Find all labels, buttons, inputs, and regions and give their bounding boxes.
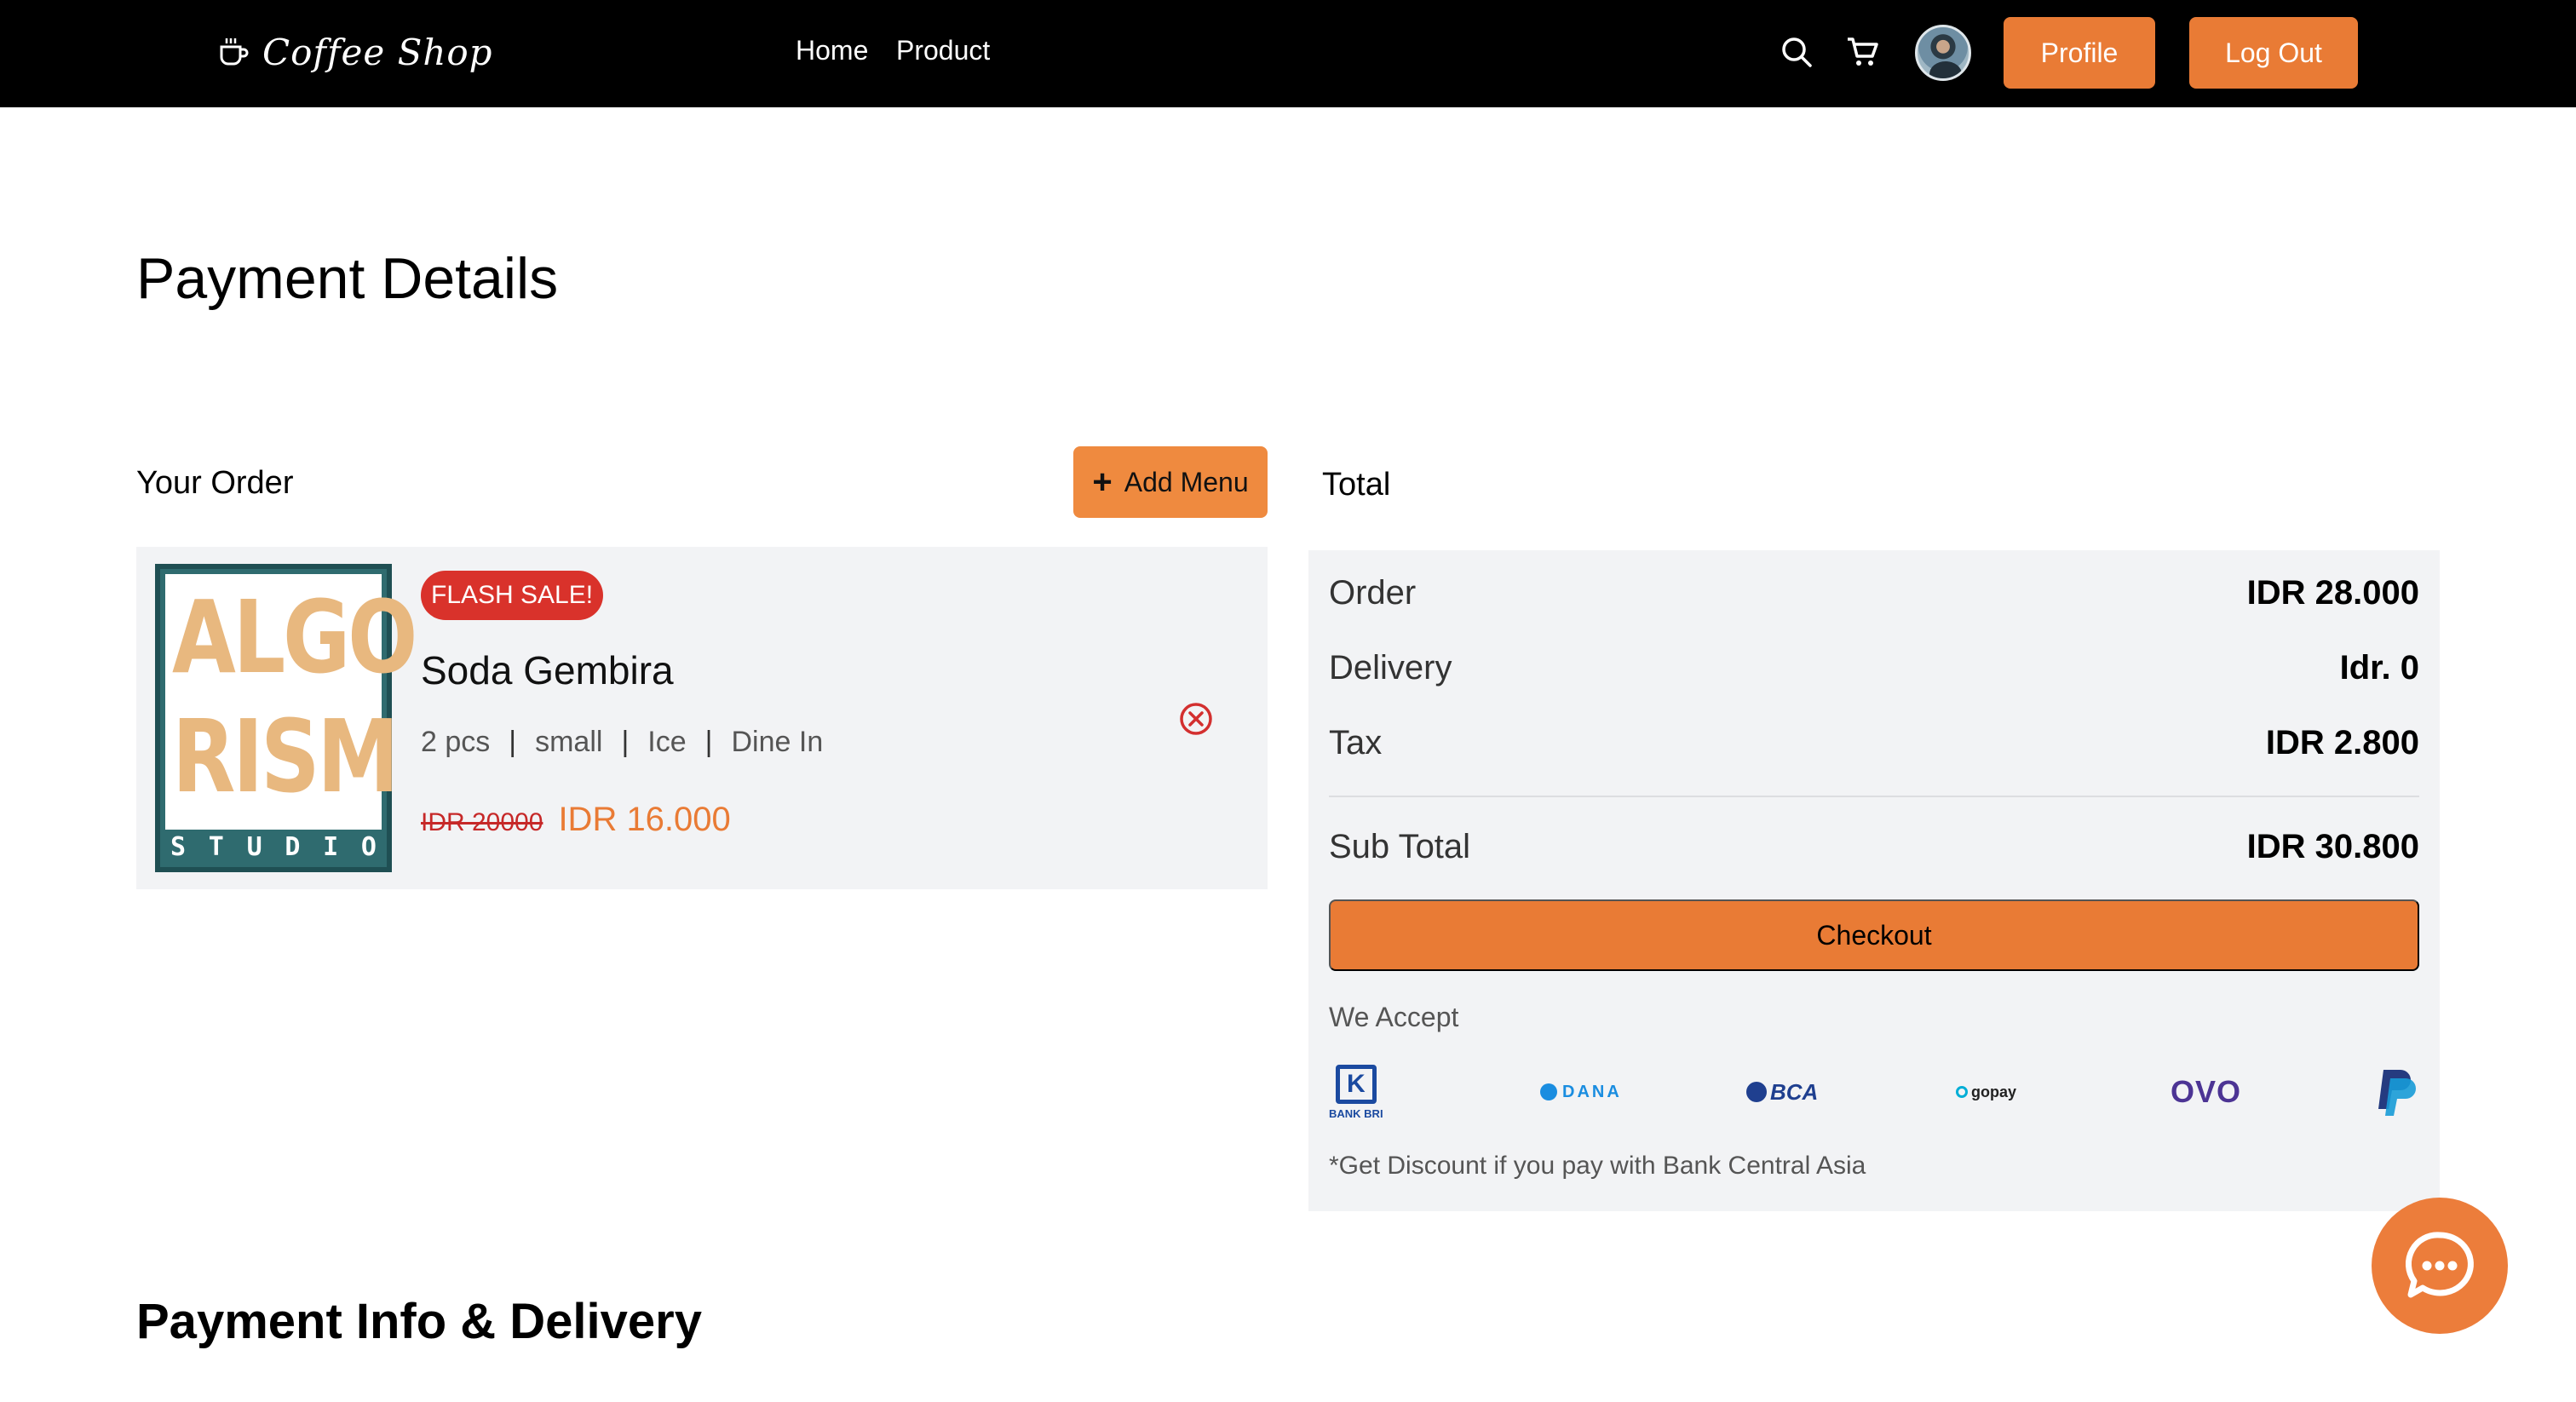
subtotal-row: Sub Total IDR 30.800	[1329, 828, 2419, 866]
product-image-panel: ALGO RISM	[165, 574, 417, 830]
page-title: Payment Details	[136, 246, 559, 311]
product-image-line1: ALGO	[172, 578, 417, 696]
option-separator: |	[704, 726, 713, 758]
nav-link-product[interactable]: Product	[896, 29, 990, 72]
subtotal-value: IDR 30.800	[2246, 828, 2419, 865]
product-image-line2: RISM	[172, 698, 400, 815]
sale-price: IDR 16.000	[558, 801, 731, 838]
dana-logo: DANA	[1540, 1058, 1622, 1126]
product-name: Soda Gembira	[421, 648, 674, 692]
add-menu-button[interactable]: + Add Menu	[1073, 446, 1268, 518]
ovo-text: OVO	[2171, 1074, 2242, 1109]
gopay-mark	[1956, 1086, 1968, 1098]
subtotal-label: Sub Total	[1329, 828, 1471, 865]
we-accept-label: We Accept	[1329, 1002, 1459, 1032]
bca-mark	[1746, 1082, 1767, 1102]
flash-sale-badge: FLASH SALE!	[421, 571, 604, 620]
option-separator: |	[509, 726, 517, 758]
brand-name: Coffee Shop	[262, 31, 493, 73]
bri-text: BANK BRI	[1329, 1106, 1383, 1120]
dana-mark	[1540, 1083, 1557, 1100]
ovo-logo: OVO	[2171, 1058, 2241, 1126]
studio-letter: U	[246, 831, 262, 862]
discount-note: *Get Discount if you pay with Bank Centr…	[1329, 1152, 1866, 1180]
plus-icon: +	[1092, 463, 1113, 501]
paypal-icon	[2378, 1070, 2416, 1116]
studio-letter: T	[208, 831, 224, 862]
product-options: 2 pcs | small | Ice | Dine In	[421, 726, 823, 759]
profile-button[interactable]: Profile	[2004, 17, 2155, 89]
studio-letter: S	[170, 831, 187, 862]
studio-letter: D	[285, 831, 301, 862]
logout-button[interactable]: Log Out	[2189, 17, 2358, 89]
studio-letter: O	[360, 831, 377, 862]
studio-letter: I	[323, 831, 339, 862]
tax-row: Tax IDR 2.800	[1329, 724, 2419, 762]
chat-button[interactable]	[2372, 1198, 2508, 1334]
delivery-row: Delivery Idr. 0	[1329, 649, 2419, 687]
brand-logo[interactable]: Coffee Shop	[216, 22, 493, 82]
order-item-card: ALGO RISM S T U D I O FLASH SALE! Soda G…	[136, 547, 1268, 889]
gopay-logo: gopay	[1956, 1058, 2016, 1126]
bca-logo: BCA	[1746, 1058, 1818, 1126]
payment-info-title: Payment Info & Delivery	[136, 1294, 702, 1349]
bca-text: BCA	[1770, 1078, 1819, 1105]
tax-label: Tax	[1329, 724, 1383, 761]
dana-text: DANA	[1562, 1082, 1622, 1101]
option-size: small	[535, 726, 603, 758]
coffee-cup-icon	[220, 38, 249, 66]
product-image-studio: S T U D I O	[165, 830, 382, 864]
bri-logo: K BANK BRI	[1329, 1058, 1383, 1126]
order-value: IDR 28.000	[2246, 574, 2419, 612]
option-quantity: 2 pcs	[421, 726, 491, 758]
total-card: Order IDR 28.000 Delivery Idr. 0 Tax IDR…	[1308, 550, 2440, 1211]
order-label: Order	[1329, 574, 1417, 612]
remove-circle-icon[interactable]	[1177, 700, 1215, 738]
navbar: Coffee Shop Home Product Profile Log Out	[0, 0, 2576, 107]
product-image-text: ALGO RISM	[172, 577, 417, 816]
your-order-title: Your Order	[136, 465, 294, 501]
delivery-value: Idr. 0	[2339, 649, 2419, 687]
price-row: IDR 20000 IDR 16.000	[421, 801, 731, 839]
add-menu-label: Add Menu	[1124, 466, 1249, 497]
cart-icon[interactable]	[1845, 34, 1881, 70]
checkout-button[interactable]: Checkout	[1329, 899, 2419, 971]
option-temperature: Ice	[647, 726, 687, 758]
nav-link-home[interactable]: Home	[796, 29, 868, 72]
payment-logos: K BANK BRI DANA BCA gopay OVO	[1329, 1058, 2419, 1126]
tax-value: IDR 2.800	[2265, 724, 2419, 761]
product-image: ALGO RISM S T U D I O	[155, 564, 417, 872]
order-row: Order IDR 28.000	[1329, 574, 2419, 612]
divider	[1329, 796, 2419, 797]
total-title: Total	[1322, 467, 1391, 503]
chat-icon	[2405, 1232, 2474, 1298]
avatar[interactable]	[1915, 25, 1971, 81]
search-icon[interactable]	[1779, 34, 1814, 70]
gopay-text: gopay	[1971, 1083, 2017, 1100]
bri-mark: K	[1335, 1064, 1377, 1104]
option-dine: Dine In	[731, 726, 824, 758]
option-separator: |	[621, 726, 630, 758]
delivery-label: Delivery	[1329, 649, 1452, 687]
old-price: IDR 20000	[421, 808, 543, 836]
